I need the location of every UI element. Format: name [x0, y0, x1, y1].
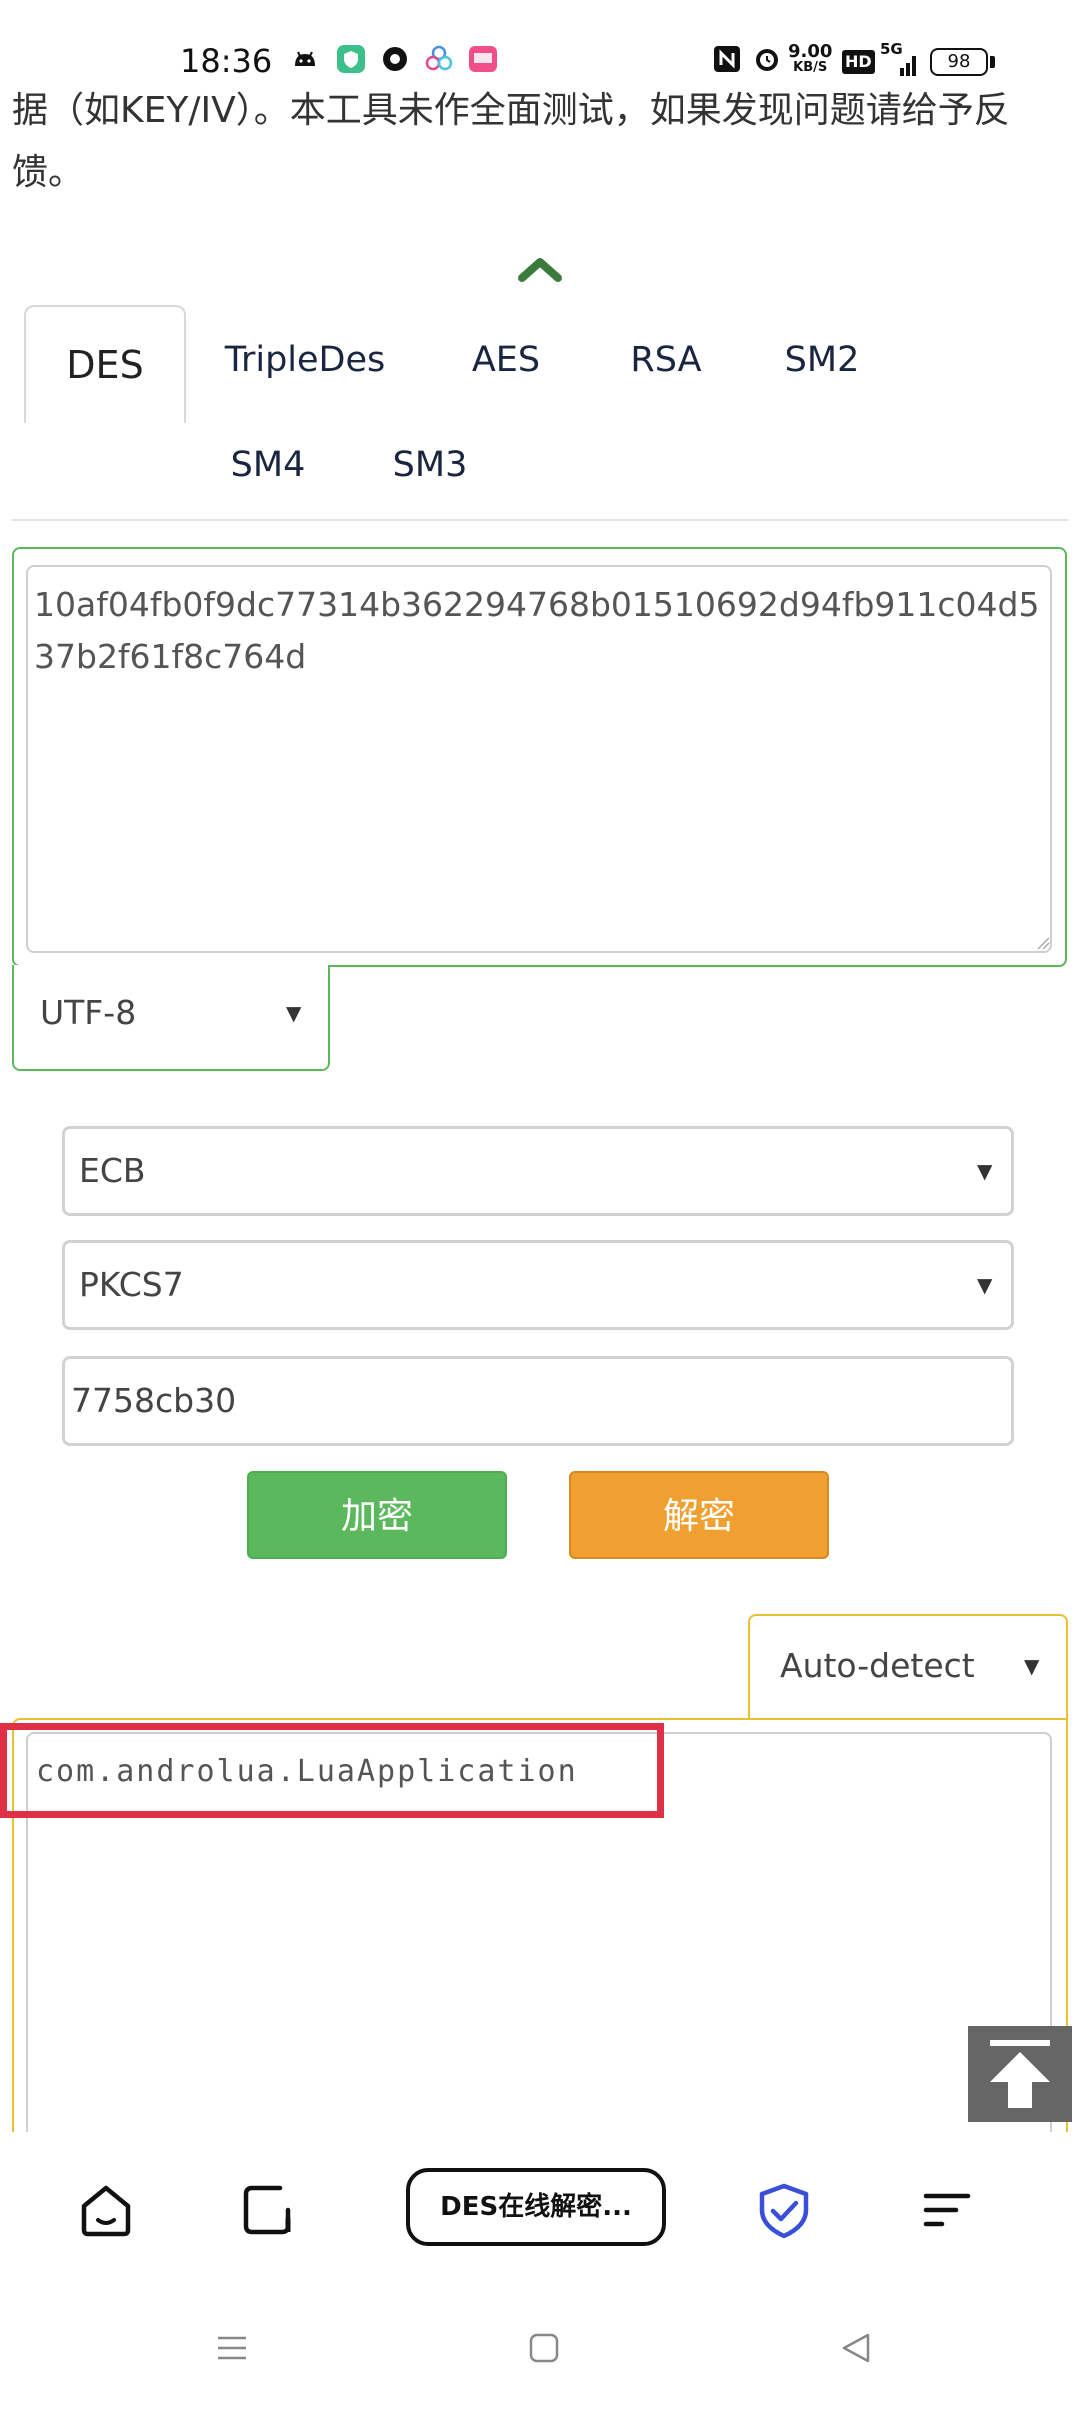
tab-tripledes[interactable]: TripleDes [215, 305, 395, 415]
tab-sm2[interactable]: SM2 [762, 305, 882, 415]
dropdown-arrow-icon: ▼ [1024, 1654, 1040, 1678]
intro-text: 据（如KEY/IV）。本工具未作全面测试，如果发现问题请给予反馈。 [12, 90, 1010, 193]
nav-back-icon[interactable] [838, 2330, 874, 2366]
highlight-box [0, 1723, 664, 1818]
mode-value: ECB [79, 1151, 146, 1190]
key-input[interactable]: 7758cb30 [62, 1356, 1014, 1446]
shield-check-icon[interactable] [754, 2180, 814, 2240]
home-icon[interactable] [76, 2180, 136, 2240]
tab-rsa[interactable]: RSA [606, 305, 726, 415]
menu-icon[interactable] [918, 2180, 978, 2240]
tab-aes[interactable]: AES [446, 305, 566, 415]
signal-icon [900, 56, 916, 76]
resize-grip-icon[interactable] [1036, 936, 1050, 950]
android-icon [295, 51, 315, 66]
tab-sm4[interactable]: SM4 [208, 410, 328, 520]
input-encoding-select[interactable]: UTF-8 ▼ [12, 965, 330, 1071]
output-encoding-select[interactable]: Auto-detect ▼ [748, 1614, 1068, 1720]
mode-select[interactable]: ECB ▼ [62, 1126, 1014, 1216]
back-to-top-button[interactable] [968, 2026, 1072, 2122]
battery-tip [990, 56, 995, 68]
status-time: 18:36 [180, 42, 273, 80]
tab-sm3[interactable]: SM3 [370, 410, 490, 520]
output-encoding-value: Auto-detect [780, 1646, 975, 1685]
arrow-up-icon [990, 2040, 1050, 2108]
circle-app-icon [383, 47, 407, 71]
battery-icon: 98 [930, 48, 988, 76]
nfc-icon [714, 46, 740, 72]
tabs-icon[interactable] [238, 2180, 298, 2240]
padding-select[interactable]: PKCS7 ▼ [62, 1240, 1014, 1330]
ciphertext-input[interactable]: 10af04fb0f9dc77314b362294768b01510692d94… [26, 565, 1052, 953]
network-speed: 9.00 KB/S [788, 41, 833, 76]
encrypt-button[interactable]: 加密 [247, 1471, 507, 1559]
hd-badge: HD [842, 50, 875, 74]
current-tab-button[interactable]: DES在线解密... [406, 2168, 666, 2246]
pink-app-icon [469, 46, 497, 72]
tab-des[interactable]: DES [24, 305, 186, 423]
recents-icon[interactable] [214, 2330, 250, 2366]
chevron-up-icon[interactable] [510, 250, 570, 286]
key-value: 7758cb30 [71, 1381, 237, 1420]
alarm-icon [756, 49, 778, 71]
decrypt-button[interactable]: 解密 [569, 1471, 829, 1559]
tabs-divider [12, 519, 1068, 521]
dropdown-arrow-icon: ▼ [977, 1159, 993, 1183]
input-encoding-value: UTF-8 [40, 993, 137, 1032]
nav-home-icon[interactable] [526, 2330, 562, 2366]
dropdown-arrow-icon: ▼ [977, 1273, 993, 1297]
dropdown-arrow-icon: ▼ [286, 1001, 302, 1025]
flower-app-icon [425, 45, 453, 71]
shield-app-icon [337, 45, 365, 73]
padding-value: PKCS7 [79, 1265, 184, 1304]
